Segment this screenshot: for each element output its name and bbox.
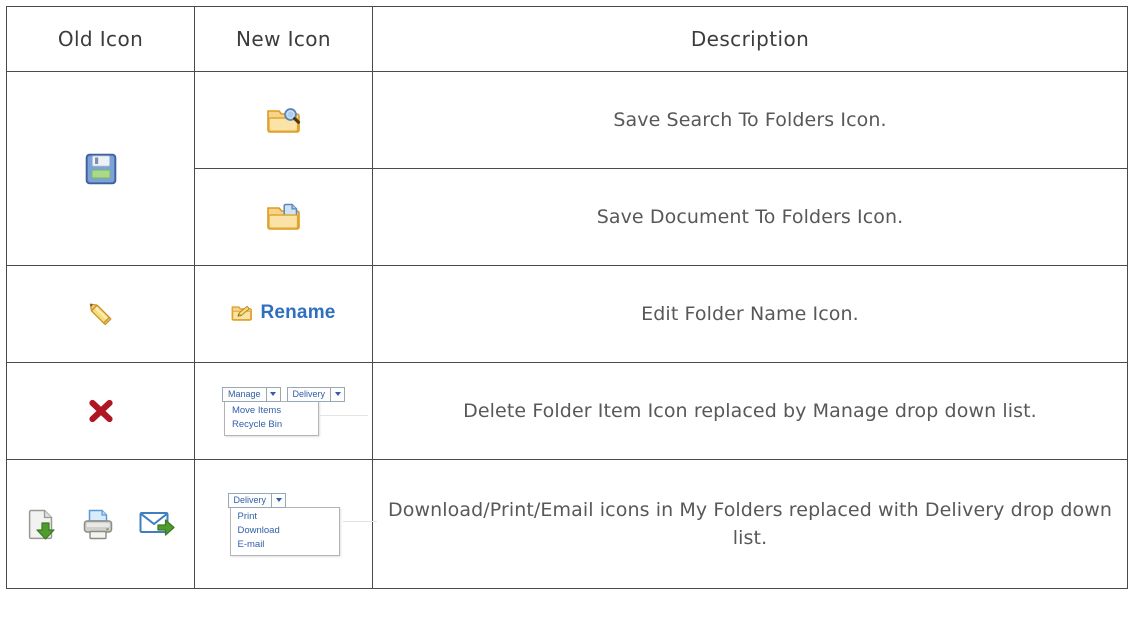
header-new-icon: New Icon (194, 6, 373, 72)
description-text: Save Search To Folders Icon. (613, 108, 887, 131)
description-cell: Delete Folder Item Icon replaced by Mana… (372, 362, 1128, 460)
new-icon-cell-folder-document (194, 168, 373, 266)
icon-comparison-table: Old Icon New Icon Description Save Searc… (6, 6, 1128, 589)
header-old-icon-label: Old Icon (57, 27, 144, 51)
chevron-down-icon[interactable] (271, 493, 286, 507)
printer-icon (80, 508, 116, 540)
header-old-icon: Old Icon (6, 6, 195, 72)
table-row: Manage Delivery Move Items Recycle Bin D… (6, 362, 1128, 460)
delivery-dropdown-group: Delivery Print Download E-mail (227, 492, 377, 556)
delivery-icon-group (7, 507, 194, 541)
description-cell: Save Search To Folders Icon. (372, 71, 1128, 169)
pencil-icon (82, 295, 120, 333)
delivery-dropdown-menu: Print Download E-mail (229, 506, 340, 556)
manage-dropdown-button[interactable]: Manage (221, 386, 281, 402)
old-icon-cell-delivery-icons (6, 459, 195, 589)
delivery-dropdown-label: Delivery (233, 494, 267, 505)
delivery-dropdown-button-inline[interactable]: Delivery (286, 386, 346, 402)
rename-link[interactable]: Rename (231, 302, 335, 324)
dropdown-button-row: Manage Delivery (221, 386, 346, 402)
folder-search-icon (266, 104, 302, 136)
new-icon-cell-delivery-dropdown: Delivery Print Download E-mail (194, 459, 377, 589)
table-row: Save Search To Folders Icon. (6, 71, 1128, 266)
document-download-icon (26, 507, 58, 541)
folder-pencil-icon (231, 303, 253, 323)
description-cell: Download/Print/Email icons in My Folders… (372, 459, 1128, 589)
old-icon-cell-pencil (6, 265, 195, 363)
delivery-dropdown-label-inline: Delivery (292, 388, 326, 399)
description-text: Delete Folder Item Icon replaced by Mana… (463, 399, 1037, 422)
table-header-row: Old Icon New Icon Description (6, 6, 1128, 72)
red-x-icon (84, 394, 118, 428)
new-icon-cell-rename: Rename (194, 265, 373, 363)
connector-rule (319, 414, 368, 416)
header-new-icon-label: New Icon (236, 27, 331, 51)
new-icon-cell-folder-search (194, 71, 373, 169)
header-description-label: Description (690, 27, 810, 51)
table-row: Rename Edit Folder Name Icon. (6, 265, 1128, 363)
connector-rule (342, 520, 377, 522)
envelope-forward-icon (138, 509, 176, 539)
folder-document-icon (266, 201, 302, 233)
menu-item-move-items[interactable]: Move Items (225, 404, 318, 418)
table-row: Delivery Print Download E-mail Download/… (6, 459, 1128, 589)
old-icon-cell-delete (6, 362, 195, 460)
description-text: Download/Print/Email icons in My Folders… (387, 498, 1113, 550)
header-description: Description (372, 6, 1128, 72)
icon-comparison-table-page: Old Icon New Icon Description Save Searc… (0, 6, 1133, 633)
description-text: Save Document To Folders Icon. (596, 205, 904, 228)
manage-dropdown-group: Manage Delivery Move Items Recycle Bin (221, 386, 368, 436)
description-cell: Edit Folder Name Icon. (372, 265, 1128, 363)
floppy-disk-icon (84, 152, 118, 186)
new-icon-cell-manage-dropdown: Manage Delivery Move Items Recycle Bin (194, 362, 373, 460)
description-cell: Save Document To Folders Icon. (372, 168, 1128, 266)
chevron-down-icon[interactable] (330, 387, 345, 401)
dropdown-button-row: Delivery (227, 492, 340, 508)
manage-dropdown-menu: Move Items Recycle Bin (223, 400, 319, 436)
rename-label: Rename (260, 301, 336, 323)
delivery-dropdown-button[interactable]: Delivery (227, 492, 287, 508)
menu-item-email[interactable]: E-mail (231, 538, 339, 552)
menu-item-recycle-bin[interactable]: Recycle Bin (225, 418, 318, 432)
chevron-down-icon[interactable] (265, 387, 280, 401)
manage-dropdown-label: Manage (227, 388, 261, 399)
old-icon-cell-save (6, 71, 195, 266)
description-text: Edit Folder Name Icon. (641, 302, 859, 325)
menu-item-print[interactable]: Print (231, 510, 339, 524)
menu-item-download[interactable]: Download (231, 524, 339, 538)
